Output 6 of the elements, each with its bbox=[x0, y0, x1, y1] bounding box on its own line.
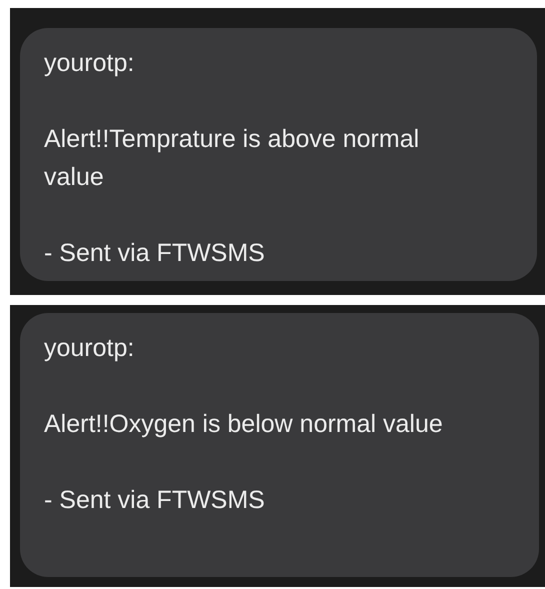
footer-text: - Sent via FTWSMS bbox=[44, 238, 265, 269]
footer-text: - Sent via FTWSMS bbox=[44, 485, 265, 516]
message-text: Alert!!Oxygen is below normal value bbox=[44, 409, 444, 440]
sender-label: yourotp: bbox=[44, 333, 134, 364]
sender-label: yourotp: bbox=[44, 48, 134, 79]
message-text: Alert!!Temprature is above normal value bbox=[44, 124, 420, 193]
